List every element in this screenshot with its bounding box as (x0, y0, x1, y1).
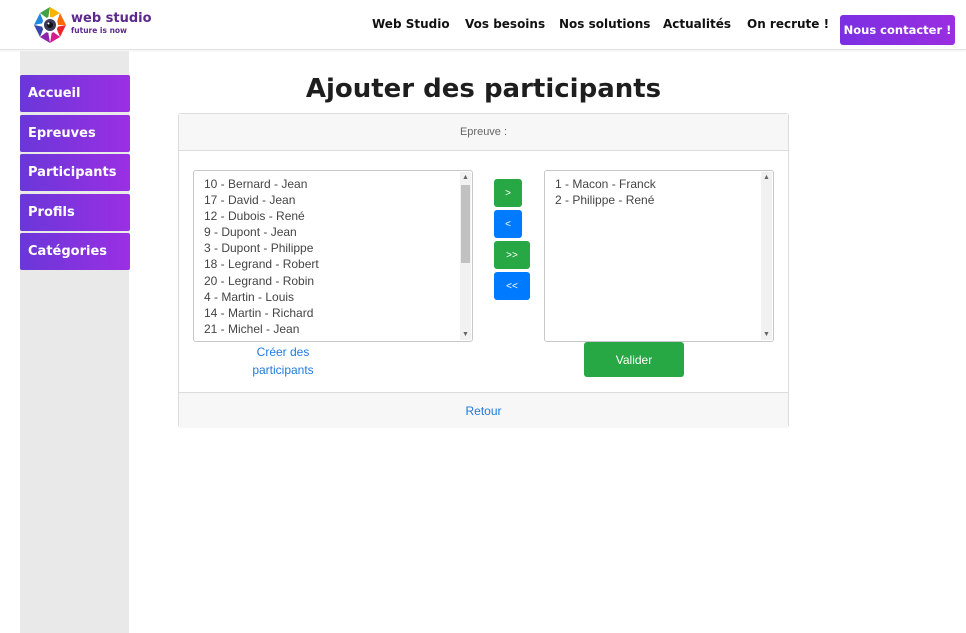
selected-scrollbar[interactable]: ▲ ▼ (761, 172, 772, 340)
remove-all-button[interactable]: << (494, 272, 530, 300)
list-item[interactable]: 10 - Bernard - Jean (204, 176, 319, 192)
create-participants-link[interactable]: Créer des participants (240, 343, 326, 379)
nav-nos-solutions[interactable]: Nos solutions (559, 17, 650, 31)
scroll-thumb[interactable] (461, 185, 470, 263)
list-item[interactable]: 18 - Legrand - Robert (204, 256, 319, 272)
available-list-items: 10 - Bernard - Jean 17 - David - Jean 12… (204, 176, 319, 337)
back-link[interactable]: Retour (179, 392, 788, 428)
sidebar-item-accueil[interactable]: Accueil (20, 75, 130, 112)
brand[interactable]: web studio future is now (71, 12, 152, 36)
validate-button[interactable]: Valider (584, 342, 684, 377)
nav-actualites[interactable]: Actualités (663, 17, 731, 31)
selected-participants-list[interactable]: 1 - Macon - Franck 2 - Philippe - René ▲… (544, 170, 774, 342)
scroll-down-icon[interactable]: ▼ (460, 329, 471, 340)
sidebar-item-categories[interactable]: Catégories (20, 233, 130, 270)
sidebar: Accueil Epreuves Participants Profils Ca… (20, 51, 130, 633)
sidebar-item-epreuves[interactable]: Epreuves (20, 115, 130, 152)
available-scrollbar[interactable]: ▲ ▼ (460, 172, 471, 340)
list-item[interactable]: 1 - Macon - Franck (555, 176, 656, 192)
top-header: web studio future is now Web Studio Vos … (0, 0, 966, 50)
list-item[interactable]: 17 - David - Jean (204, 192, 319, 208)
add-selected-button[interactable]: > (494, 179, 522, 207)
sidebar-item-profils[interactable]: Profils (20, 194, 130, 231)
nav-vos-besoins[interactable]: Vos besoins (465, 17, 545, 31)
contact-button[interactable]: Nous contacter ! (840, 15, 955, 45)
page-title: Ajouter des participants (305, 74, 662, 104)
available-participants-list[interactable]: 10 - Bernard - Jean 17 - David - Jean 12… (193, 170, 473, 342)
list-item[interactable]: 20 - Legrand - Robin (204, 273, 319, 289)
web-studio-logo-icon[interactable] (30, 5, 70, 45)
list-item[interactable]: 2 - Philippe - René (555, 192, 656, 208)
scroll-up-icon[interactable]: ▲ (761, 172, 772, 183)
add-all-button[interactable]: >> (494, 241, 530, 269)
scroll-down-icon[interactable]: ▼ (761, 329, 772, 340)
list-item[interactable]: 4 - Martin - Louis (204, 289, 319, 305)
list-item[interactable]: 9 - Dupont - Jean (204, 224, 319, 240)
brand-tagline: future is now (71, 26, 127, 35)
scroll-up-icon[interactable]: ▲ (460, 172, 471, 183)
list-item[interactable]: 21 - Michel - Jean (204, 321, 319, 337)
list-item[interactable]: 3 - Dupont - Philippe (204, 240, 319, 256)
selected-list-items: 1 - Macon - Franck 2 - Philippe - René (555, 176, 656, 208)
remove-selected-button[interactable]: < (494, 210, 522, 238)
brand-name: web studio (71, 11, 152, 26)
nav-on-recrute[interactable]: On recrute ! (747, 17, 829, 31)
epreuve-label: Epreuve : (179, 114, 788, 151)
sidebar-item-participants[interactable]: Participants (20, 154, 130, 191)
list-item[interactable]: 14 - Martin - Richard (204, 305, 319, 321)
list-item[interactable]: 12 - Dubois - René (204, 208, 319, 224)
nav-web-studio[interactable]: Web Studio (372, 17, 450, 31)
